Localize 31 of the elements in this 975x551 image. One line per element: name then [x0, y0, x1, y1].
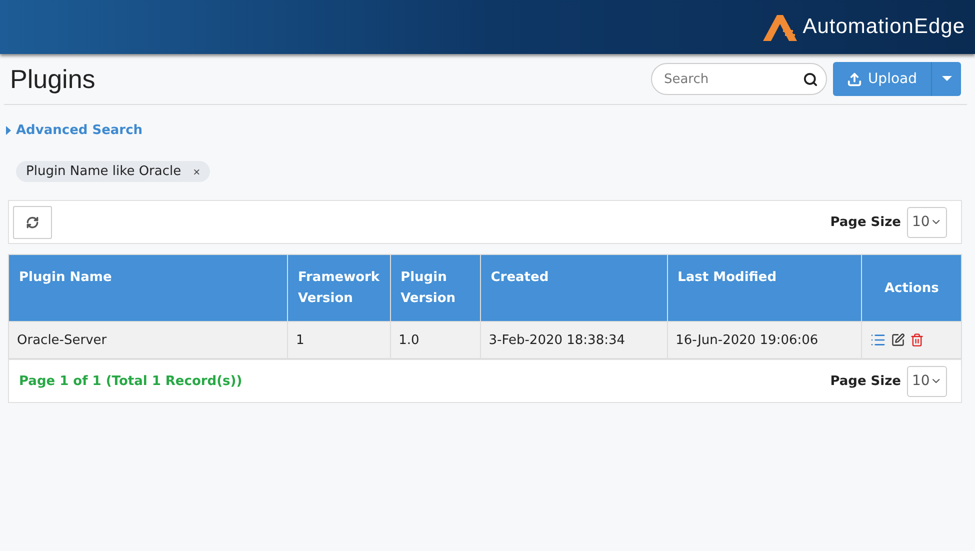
- table-cell: 3-Feb-2020 18:38:34: [480, 322, 668, 358]
- logo-text: AutomationEdge: [802, 15, 965, 39]
- column-header: Framework Version: [287, 254, 390, 322]
- table-cell: 1: [287, 322, 390, 358]
- page-title: Plugins: [10, 64, 96, 94]
- dropdown-button[interactable]: [931, 62, 961, 96]
- page-size-select[interactable]: 10: [907, 206, 947, 238]
- pagination-summary: Page 1 of 1 (Total 1 Record(s)): [19, 374, 242, 388]
- table-cell: Oracle-Server: [8, 322, 288, 358]
- refresh-icon: [26, 216, 39, 228]
- table-cell: 16-Jun-2020 19:06:06: [667, 322, 862, 358]
- search-input[interactable]: Search: [662, 70, 803, 88]
- page-size-select[interactable]: 10: [907, 366, 947, 396]
- refresh-button[interactable]: [13, 206, 52, 238]
- column-header: Last Modified: [667, 254, 862, 322]
- delete-icon[interactable]: [910, 333, 924, 347]
- search-field[interactable]: Search: [650, 63, 827, 95]
- edit-icon[interactable]: [891, 333, 906, 347]
- caret-icon: [942, 76, 952, 82]
- search-icon: [802, 72, 818, 86]
- column-header: Created: [480, 254, 668, 322]
- column-header: Actions: [862, 254, 962, 322]
- list-icon[interactable]: [870, 332, 886, 348]
- page-size-label: Page Size: [830, 374, 901, 388]
- remove-filter-button[interactable]: ×: [193, 164, 200, 178]
- column-header: Plugin Name: [8, 254, 288, 322]
- page-size-label: Page Size: [830, 214, 901, 230]
- filter-label: Plugin Name like Oracle: [26, 164, 182, 179]
- table-cell: 1.0: [390, 322, 480, 358]
- column-header: Plugin Version: [390, 254, 480, 322]
- upload-icon: [846, 72, 862, 86]
